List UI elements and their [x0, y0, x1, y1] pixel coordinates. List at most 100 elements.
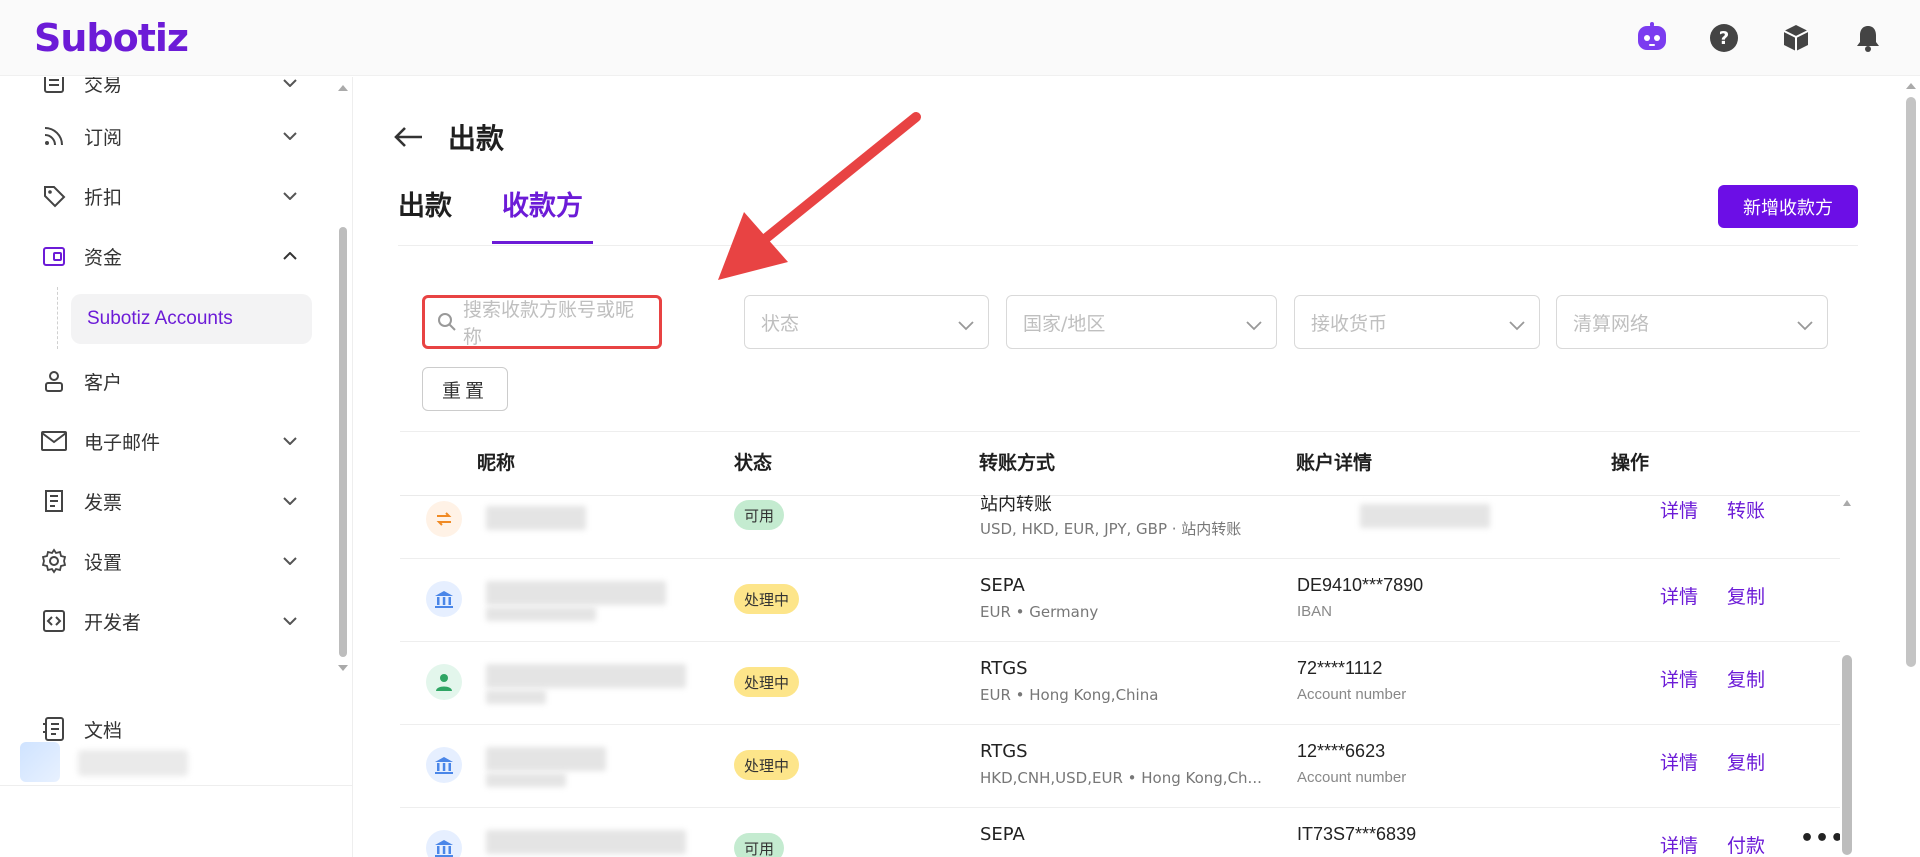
chevron-down-icon	[280, 611, 300, 631]
sidebar-item-subscriptions[interactable]: 订阅	[40, 114, 300, 158]
tag-icon	[40, 182, 68, 210]
sidebar: 交易 订阅 折扣 资金 Subotiz Accounts 客户 电子邮件 发票 …	[0, 77, 353, 857]
table-scrollbar[interactable]	[1840, 495, 1854, 857]
transfer-method: SEPA	[980, 575, 1025, 596]
table-row[interactable]: 处理中 SEPA EUR • Germany DE9410***7890 IBA…	[400, 559, 1840, 642]
details-link[interactable]: 详情	[1660, 831, 1698, 857]
network-select[interactable]: 清算网络	[1556, 295, 1828, 349]
chevron-down-icon	[280, 491, 300, 511]
account-number: IT73S7***6839	[1297, 824, 1417, 844]
sidebar-item-funds[interactable]: 资金	[40, 234, 300, 278]
country-select-placeholder: 国家/地区	[1023, 312, 1106, 335]
page-scrollbar-thumb[interactable]	[1906, 97, 1916, 667]
table-row[interactable]: 处理中 RTGS HKD,CNH,USD,EUR • Hong Kong,Ch.…	[400, 725, 1840, 808]
sidebar-item-label: 设置	[84, 551, 123, 574]
table-row[interactable]: 可用 SEPA IT73S7***6839 详情 付款 •••	[400, 808, 1840, 857]
person-icon	[426, 664, 462, 700]
chevron-down-icon	[280, 551, 300, 571]
column-header-status: 状态	[734, 452, 773, 474]
chevron-down-icon	[280, 77, 300, 93]
sidebar-item-developers[interactable]: 开发者	[40, 599, 300, 643]
transfer-method-detail: HKD,CNH,USD,EUR • Hong Kong,Ch...	[980, 769, 1262, 787]
more-actions-button[interactable]: •••	[1800, 826, 1840, 851]
account-number: DE9410***7890	[1297, 575, 1424, 595]
transfer-method: SEPA	[980, 824, 1025, 845]
logo[interactable]: Subotiz	[34, 16, 189, 60]
add-payee-button[interactable]: 新增收款方	[1718, 185, 1858, 228]
status-badge: 可用	[734, 833, 785, 857]
transfer-icon	[426, 501, 462, 537]
sidebar-divider	[0, 785, 352, 786]
sidebar-item-invoices[interactable]: 发票	[40, 479, 300, 523]
table-row[interactable]: 可用 站内转账 USD, HKD, EUR, JPY, GBP · 站内转账 详…	[400, 495, 1840, 559]
page-scrollbar[interactable]	[1902, 77, 1920, 857]
transfer-link[interactable]: 转账	[1727, 496, 1765, 523]
nickname-sub-blurred	[486, 607, 596, 621]
table-scrollbar-thumb[interactable]	[1842, 655, 1852, 855]
search-icon	[437, 312, 457, 332]
wallet-icon	[40, 242, 68, 270]
mail-icon	[40, 427, 68, 455]
account-type: Account number	[1297, 686, 1407, 703]
bell-icon[interactable]	[1850, 20, 1886, 56]
account-number: 72****1112	[1297, 658, 1383, 678]
package-icon[interactable]	[1778, 20, 1814, 56]
nickname-blurred	[486, 581, 666, 605]
sidebar-subitem-subotiz-accounts[interactable]: Subotiz Accounts	[71, 294, 312, 344]
transfer-method: 站内转账	[980, 495, 1052, 515]
copy-link[interactable]: 复制	[1727, 582, 1765, 609]
copy-link[interactable]: 复制	[1727, 748, 1765, 775]
avatar[interactable]	[20, 742, 60, 782]
currency-select[interactable]: 接收货币	[1294, 295, 1540, 349]
chevron-down-icon	[280, 126, 300, 146]
pay-link[interactable]: 付款	[1727, 831, 1765, 857]
nickname-sub-blurred	[486, 773, 566, 787]
status-select[interactable]: 状态	[744, 295, 989, 349]
details-link[interactable]: 详情	[1660, 582, 1698, 609]
chevron-down-icon	[1246, 314, 1262, 336]
nickname-sub-blurred	[486, 690, 546, 704]
country-select[interactable]: 国家/地区	[1006, 295, 1277, 349]
page-title: 出款	[394, 117, 504, 157]
search-input[interactable]: 搜索收款方账号或昵称	[422, 295, 662, 349]
ai-assistant-icon[interactable]	[1634, 20, 1670, 56]
details-link[interactable]: 详情	[1660, 496, 1698, 523]
details-link[interactable]: 详情	[1660, 748, 1698, 775]
chevron-up-icon	[280, 246, 300, 266]
chevron-down-icon	[958, 314, 974, 336]
search-placeholder: 搜索收款方账号或昵称	[463, 299, 635, 348]
help-icon[interactable]: ?	[1706, 20, 1742, 56]
bank-icon	[426, 830, 462, 857]
sidebar-item-customers[interactable]: 客户	[40, 359, 300, 403]
nickname-blurred	[486, 506, 586, 530]
submenu-guide	[57, 287, 58, 349]
sidebar-item-transactions[interactable]: 交易	[40, 77, 300, 105]
top-bar: Subotiz ?	[0, 0, 1920, 76]
sidebar-item-label: 折扣	[84, 186, 123, 209]
sidebar-item-docs[interactable]: 文档	[40, 707, 300, 751]
reset-button[interactable]: 重置	[422, 367, 508, 411]
gear-icon	[40, 547, 68, 575]
tab-payees[interactable]: 收款方	[492, 184, 593, 244]
sidebar-scrollbar[interactable]	[334, 77, 352, 677]
sidebar-item-discounts[interactable]: 折扣	[40, 174, 300, 218]
column-header-actions: 操作	[1611, 452, 1650, 474]
details-link[interactable]: 详情	[1660, 665, 1698, 692]
sidebar-item-email[interactable]: 电子邮件	[40, 419, 300, 463]
table-row[interactable]: 处理中 RTGS EUR • Hong Kong,China 72****111…	[400, 642, 1840, 725]
account-blurred	[1360, 504, 1490, 528]
list-icon	[40, 77, 68, 97]
account-number: 12****6623	[1297, 741, 1386, 761]
tab-payouts[interactable]: 出款	[398, 184, 452, 244]
sidebar-item-label: 客户	[84, 371, 123, 394]
copy-link[interactable]: 复制	[1727, 665, 1765, 692]
transfer-method: RTGS	[980, 741, 1028, 762]
sidebar-scrollbar-thumb[interactable]	[339, 227, 347, 657]
sidebar-item-label: 发票	[84, 491, 123, 514]
transfer-method-detail: EUR • Hong Kong,China	[980, 686, 1159, 704]
chevron-down-icon	[280, 186, 300, 206]
back-arrow-icon[interactable]	[394, 121, 426, 153]
sidebar-item-settings[interactable]: 设置	[40, 539, 300, 583]
bank-icon	[426, 581, 462, 617]
header-icons: ?	[1634, 20, 1886, 56]
